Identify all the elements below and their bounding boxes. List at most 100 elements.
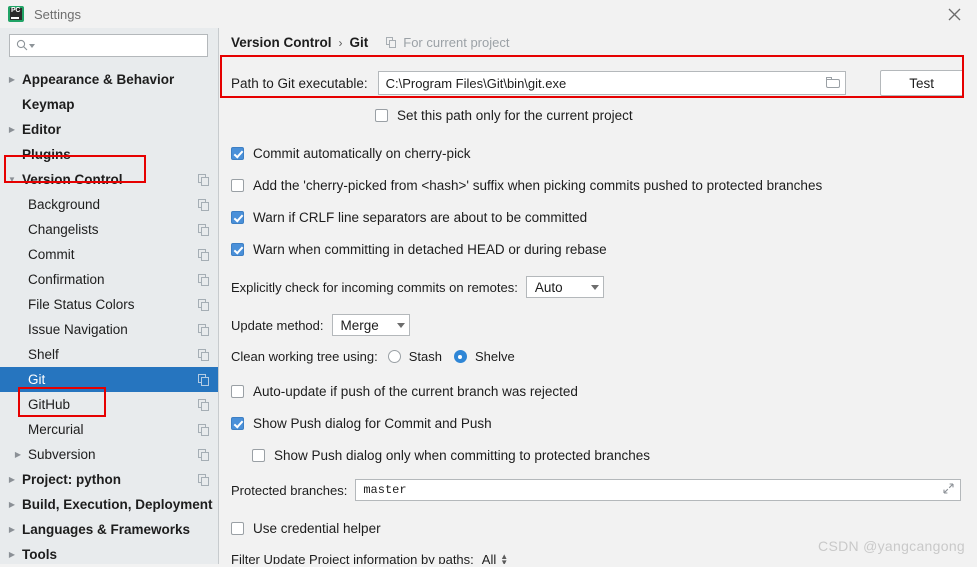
sidebar-item-label: Issue Navigation (28, 322, 128, 337)
sidebar-item-editor[interactable]: ▶ Editor (0, 117, 218, 142)
sidebar-item-changelists[interactable]: Changelists (0, 217, 218, 242)
sidebar-item-label: Keymap (22, 97, 75, 112)
update-method-row: Update method: Merge (231, 314, 977, 336)
chevron-right-icon[interactable]: ▶ (4, 475, 20, 484)
copy-settings-icon[interactable] (198, 398, 210, 411)
sidebar-item-languages-frameworks[interactable]: ▶ Languages & Frameworks (0, 517, 218, 542)
copy-settings-icon[interactable] (198, 348, 210, 361)
sidebar-item-file-status-colors[interactable]: File Status Colors (0, 292, 218, 317)
chevron-right-icon[interactable]: ▶ (10, 450, 26, 459)
chevron-right-icon[interactable]: ▶ (4, 75, 20, 84)
copy-settings-icon[interactable] (198, 198, 210, 211)
show-push-protected-checkbox[interactable] (252, 448, 265, 462)
chevron-right-icon[interactable]: ▶ (4, 125, 20, 134)
add-suffix-row: Add the 'cherry-picked from <hash>' suff… (231, 174, 977, 196)
chevron-right-icon[interactable]: ▶ (4, 550, 20, 559)
sidebar-item-commit[interactable]: Commit (0, 242, 218, 267)
git-path-value: C:\Program Files\Git\bin\git.exe (385, 75, 567, 91)
title-bar: Settings (0, 0, 977, 28)
breadcrumb-root[interactable]: Version Control (231, 35, 332, 50)
protected-branches-value: master (363, 483, 407, 497)
test-button[interactable]: Test (879, 70, 964, 96)
chevron-right-icon[interactable]: ▶ (4, 525, 20, 534)
sidebar-item-label: File Status Colors (28, 297, 135, 312)
sidebar-item-label: Confirmation (28, 272, 105, 287)
warn-detached-head-row: Warn when committing in detached HEAD or… (231, 238, 977, 260)
clean-tree-stash-radio[interactable] (387, 350, 401, 363)
clean-tree-shelve-radio[interactable] (453, 350, 467, 363)
update-method-dropdown[interactable]: Merge (331, 314, 410, 336)
add-suffix-checkbox[interactable] (231, 178, 244, 192)
copy-settings-icon[interactable] (198, 273, 210, 286)
git-settings-panel: Version Control › Git For current projec… (219, 28, 977, 564)
commit-cherry-pick-label: Commit automatically on cherry-pick (253, 145, 471, 161)
sidebar-item-label: Appearance & Behavior (22, 72, 175, 87)
sidebar-item-plugins[interactable]: ▶Plugins (0, 142, 218, 167)
use-credential-helper-row: Use credential helper (231, 517, 977, 539)
commit-cherry-pick-row: Commit automatically on cherry-pick (231, 142, 977, 164)
copy-settings-icon[interactable] (198, 298, 210, 311)
sidebar-item-background[interactable]: Background (0, 192, 218, 217)
protected-branches-input[interactable]: master (355, 479, 961, 501)
sidebar-item-keymap[interactable]: ▶Keymap (0, 92, 218, 117)
sidebar-item-version-control[interactable]: ▼ Version Control (0, 167, 218, 192)
sidebar-item-label: Build, Execution, Deployment (22, 497, 213, 512)
show-push-dialog-label: Show Push dialog for Commit and Push (253, 415, 492, 431)
updown-spinner-icon[interactable]: ▲ ▼ (500, 552, 508, 564)
use-credential-helper-label: Use credential helper (253, 520, 381, 536)
chevron-down-icon[interactable]: ▼ (4, 175, 20, 184)
sidebar-item-github[interactable]: GitHub (0, 392, 218, 417)
sidebar-item-label: Commit (28, 247, 75, 262)
incoming-commits-row: Explicitly check for incoming commits on… (231, 276, 977, 298)
sidebar-item-mercurial[interactable]: Mercurial (0, 417, 218, 442)
close-icon[interactable] (931, 0, 977, 28)
git-path-label: Path to Git executable: (231, 75, 368, 91)
copy-settings-icon[interactable] (198, 323, 210, 336)
sidebar-item-label: Editor (22, 122, 61, 137)
protected-branches-row: Protected branches: master (231, 479, 977, 501)
copy-settings-icon[interactable] (198, 423, 210, 436)
sidebar-item-shelf[interactable]: Shelf (0, 342, 218, 367)
search-input[interactable] (35, 38, 201, 53)
warn-crlf-checkbox[interactable] (231, 210, 244, 224)
copy-settings-icon[interactable] (198, 373, 210, 386)
set-path-only-checkbox[interactable] (375, 108, 388, 122)
sidebar-item-label: Project: python (22, 472, 122, 487)
search-box[interactable] (9, 34, 208, 57)
incoming-commits-value: Auto (534, 279, 563, 295)
filter-update-project-value[interactable]: All (482, 552, 496, 564)
breadcrumb-separator: › (338, 35, 343, 50)
chevron-down-icon (590, 284, 599, 290)
incoming-commits-dropdown[interactable]: Auto (525, 276, 604, 298)
warn-detached-head-checkbox[interactable] (231, 242, 244, 256)
sidebar-item-build-execution-deployment[interactable]: ▶ Build, Execution, Deployment (0, 492, 218, 517)
sidebar-item-git[interactable]: Git (0, 367, 218, 392)
auto-update-checkbox[interactable] (231, 384, 244, 398)
sidebar-item-tools[interactable]: ▶ Tools (0, 542, 218, 567)
commit-cherry-pick-checkbox[interactable] (231, 146, 244, 160)
clean-working-tree-row: Clean working tree using: Stash Shelve (231, 349, 977, 364)
copy-settings-icon[interactable] (198, 173, 210, 186)
use-credential-helper-checkbox[interactable] (231, 521, 244, 535)
copy-settings-icon[interactable] (198, 248, 210, 261)
folder-icon[interactable] (825, 77, 841, 89)
show-push-dialog-checkbox[interactable] (231, 416, 244, 430)
sidebar-item-appearance-behavior[interactable]: ▶ Appearance & Behavior (0, 67, 218, 92)
sidebar-item-label: GitHub (28, 397, 71, 412)
sidebar-item-subversion[interactable]: ▶ Subversion (0, 442, 218, 467)
git-path-input[interactable]: C:\Program Files\Git\bin\git.exe (377, 71, 846, 95)
copy-settings-icon[interactable] (198, 448, 210, 461)
set-path-only-label: Set this path only for the current proje… (397, 107, 633, 123)
sidebar-item-label: Mercurial (28, 422, 84, 437)
copy-settings-icon[interactable] (198, 223, 210, 236)
sidebar-item-project-python[interactable]: ▶ Project: python (0, 467, 218, 492)
search-icon (16, 39, 28, 53)
sidebar-item-label: Changelists (28, 222, 99, 237)
sidebar-item-issue-navigation[interactable]: Issue Navigation (0, 317, 218, 342)
chevron-right-icon[interactable]: ▶ (4, 500, 20, 509)
expand-editor-icon[interactable] (943, 482, 954, 498)
warn-crlf-row: Warn if CRLF line separators are about t… (231, 206, 977, 228)
sidebar-item-confirmation[interactable]: Confirmation (0, 267, 218, 292)
settings-sidebar: ▶Appearance & Behavior▶Keymap▶Editor▶Plu… (0, 28, 219, 564)
copy-settings-icon[interactable] (198, 473, 210, 486)
